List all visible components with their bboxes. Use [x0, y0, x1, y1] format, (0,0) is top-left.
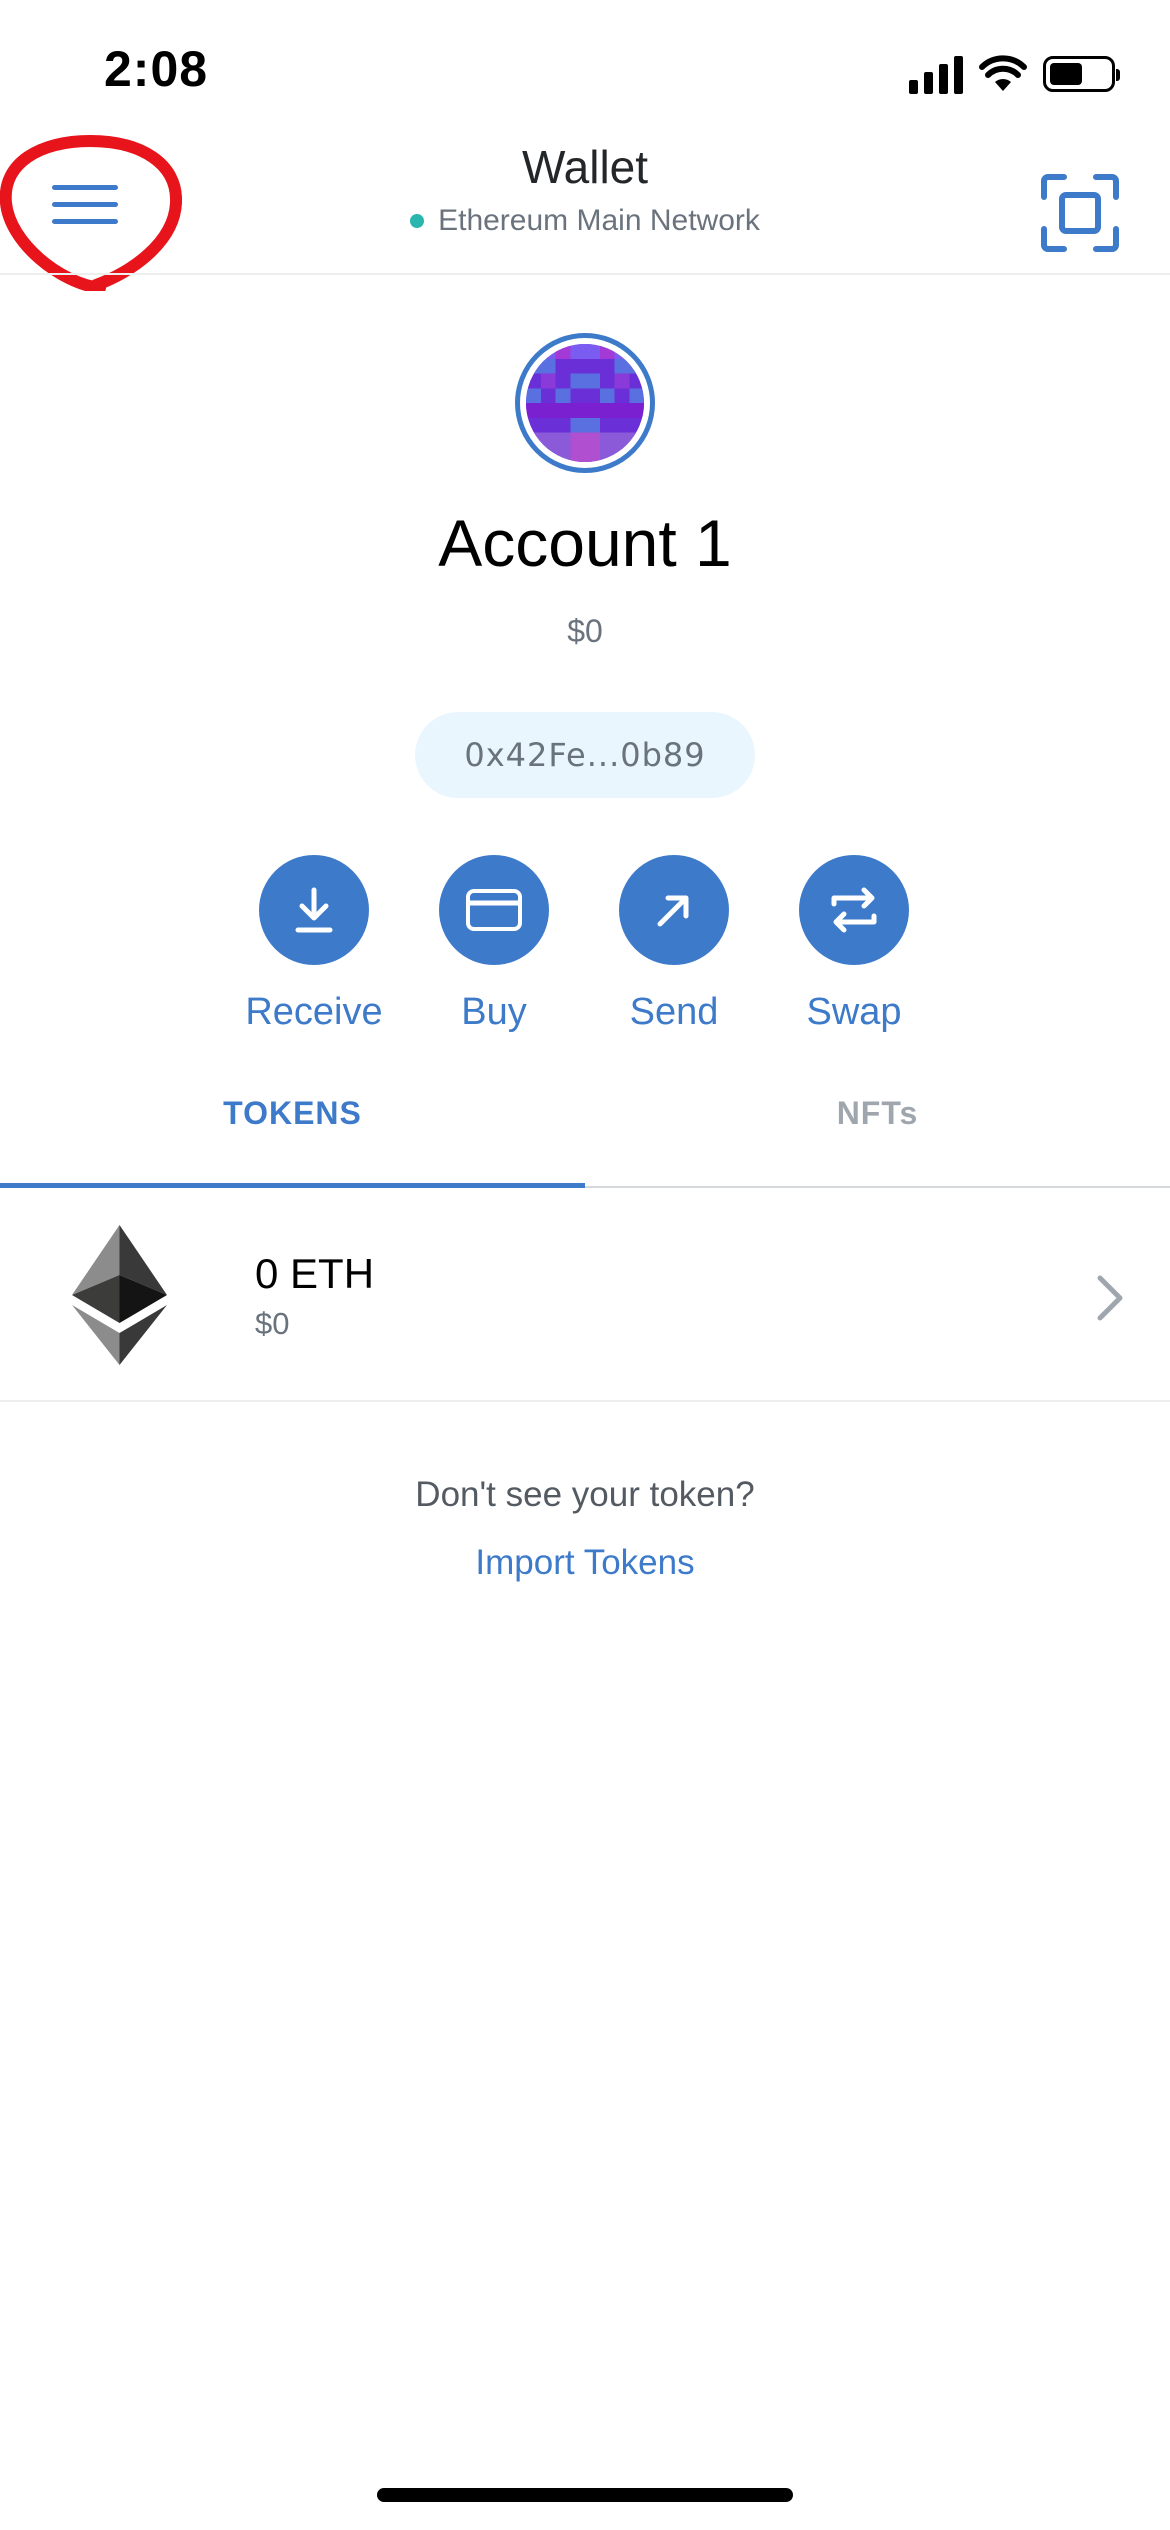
download-icon: [295, 887, 333, 933]
buy-label: Buy: [461, 991, 527, 1033]
buy-circle: [439, 855, 549, 965]
network-selector[interactable]: Ethereum Main Network: [0, 204, 1170, 238]
swap-arrows-icon: [831, 887, 877, 933]
cellular-signal-icon: [909, 54, 963, 94]
buy-button[interactable]: Buy: [404, 855, 584, 1034]
qr-scan-button[interactable]: [1040, 173, 1120, 253]
token-fiat-value: $0: [255, 1306, 290, 1341]
swap-button[interactable]: Swap: [764, 855, 944, 1034]
receive-label: Receive: [245, 991, 383, 1033]
swap-circle: [799, 855, 909, 965]
network-name: Ethereum Main Network: [438, 204, 760, 237]
status-icons: [909, 52, 1120, 96]
ethereum-icon: [72, 1225, 167, 1365]
wifi-icon: [979, 55, 1027, 91]
card-icon: [466, 889, 522, 931]
account-avatar[interactable]: [515, 333, 655, 473]
token-row-divider: [0, 1400, 1170, 1402]
tab-tokens[interactable]: TOKENS: [0, 1095, 585, 1132]
identicon: [526, 344, 644, 462]
send-label: Send: [629, 991, 719, 1033]
status-time: 2:08: [104, 41, 209, 97]
swap-label: Swap: [806, 991, 902, 1033]
send-button[interactable]: Send: [584, 855, 764, 1034]
account-address-button[interactable]: 0x42Fe...0b89: [415, 712, 755, 798]
missing-token-prompt: Don't see your token?: [415, 1475, 755, 1514]
battery-icon: [1043, 56, 1120, 92]
account-balance: $0: [567, 613, 603, 649]
tab-active-indicator: [0, 1183, 585, 1188]
chevron-right-icon: [1097, 1275, 1123, 1321]
token-row-eth[interactable]: 0 ETH $0: [0, 1190, 1170, 1402]
tab-nfts[interactable]: NFTs: [585, 1095, 1170, 1132]
send-circle: [619, 855, 729, 965]
account-name[interactable]: Account 1: [0, 505, 1170, 581]
import-tokens-link[interactable]: Import Tokens: [0, 1543, 1170, 1583]
arrow-up-right-icon: [657, 895, 689, 927]
token-amount: 0 ETH: [255, 1250, 375, 1297]
receive-button[interactable]: Receive: [224, 855, 404, 1034]
header-divider: [0, 273, 1170, 275]
receive-circle: [259, 855, 369, 965]
network-status-dot: [410, 214, 425, 228]
page-title: Wallet: [521, 141, 649, 193]
home-indicator[interactable]: [377, 2488, 793, 2502]
qr-scan-icon: [1041, 174, 1119, 252]
